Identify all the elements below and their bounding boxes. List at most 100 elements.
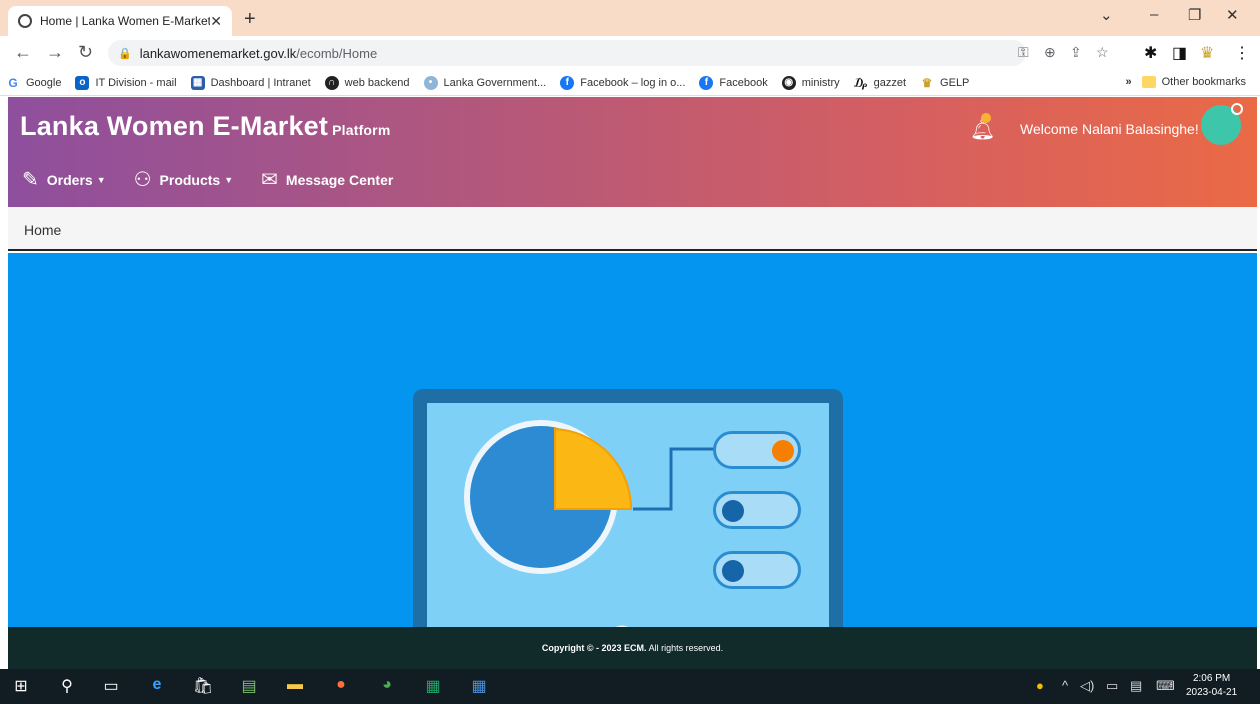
rights-text: All rights reserved. — [646, 643, 724, 653]
windows-start-icon[interactable]: ⊞ — [10, 676, 32, 696]
reload-button[interactable]: ↻ — [78, 42, 93, 63]
firefox-icon[interactable]: ● — [330, 676, 352, 696]
word-icon[interactable]: ▦ — [468, 676, 490, 696]
facebook-icon: f — [560, 75, 575, 90]
menu-icon[interactable]: ⋮ — [1234, 43, 1250, 63]
brand-logo[interactable]: Lanka Women E-Market Platform — [20, 111, 390, 142]
close-window-button[interactable]: ✕ — [1226, 6, 1239, 24]
globe-icon — [18, 14, 32, 28]
volume-icon[interactable]: ◁) — [1080, 678, 1094, 694]
bookmark-backend[interactable]: ∩ web backend — [324, 75, 410, 90]
forward-button[interactable]: → — [46, 42, 64, 63]
back-button[interactable]: ← — [14, 42, 32, 63]
breadcrumb: Home — [8, 207, 1257, 251]
url-path: /ecomb/Home — [296, 45, 378, 61]
toggle-off — [713, 551, 801, 589]
extensions-icon[interactable]: ✱ — [1144, 43, 1157, 63]
bookmark-gelp[interactable]: ♛ GELP — [920, 75, 970, 90]
laptop-screen — [427, 403, 829, 627]
browser-tab[interactable]: Home | Lanka Women E-Market ✕ — [8, 6, 232, 36]
bookmark-dashboard[interactable]: ▦ Dashboard | Intranet — [190, 75, 311, 90]
task-view-icon[interactable]: ▭ — [100, 676, 122, 696]
zoom-icon[interactable]: ⊕ — [1044, 44, 1056, 61]
hero-banner — [8, 253, 1257, 627]
gazzet-icon: ₯ — [854, 75, 868, 90]
chevron-down-icon[interactable]: ⌄ — [1100, 6, 1113, 24]
emblem-icon[interactable]: ♛ — [1200, 43, 1214, 63]
help-icon[interactable]: ● — [1036, 678, 1044, 693]
taskbar: ⊞ ⚲ ▭ e 🛍︎ ▤ ▬ ● ◕ ▦ ▦ ● ^ ◁) ▭ ▤ ⌨ 2:06… — [0, 669, 1260, 704]
toggle-off — [713, 491, 801, 529]
star-icon[interactable]: ☆ — [1096, 44, 1109, 61]
clock-date: 2023-04-21 — [1186, 687, 1238, 698]
online-indicator — [1231, 103, 1243, 115]
bookmark-facebook[interactable]: f Facebook — [699, 75, 768, 90]
new-tab-button[interactable]: + — [244, 8, 256, 31]
users-icon: ⚇ — [133, 169, 152, 191]
keyboard-icon[interactable]: ⌨ — [1156, 678, 1175, 694]
bookmark-google[interactable]: G Google — [6, 76, 61, 90]
search-icon[interactable]: ⚲ — [56, 676, 78, 696]
notepad-icon[interactable]: ▤ — [238, 676, 260, 696]
key-icon[interactable]: ⚿ — [1018, 44, 1029, 61]
browser-tabstrip: Home | Lanka Women E-Market ✕ + ⌄ – ❐ ✕ — [0, 0, 1260, 36]
app-header: Lanka Women E-Market Platform 🔔︎ Welcome … — [8, 97, 1257, 207]
edge-icon[interactable]: e — [146, 676, 168, 696]
clock-time: 2:06 PM — [1192, 673, 1231, 684]
minimize-button[interactable]: – — [1150, 6, 1158, 23]
notification-dot — [981, 113, 991, 123]
url-field[interactable]: 🔒 lankawomenemarket.gov.lk/ecomb/Home — [108, 40, 1026, 66]
other-bookmarks[interactable]: Other bookmarks — [1162, 76, 1246, 88]
laptop-illustration — [413, 389, 843, 627]
toggle-on — [713, 431, 801, 469]
lock-icon: 🔒 — [118, 47, 132, 60]
facebook-icon: f — [699, 75, 714, 90]
envelope-icon: ✉ — [261, 169, 278, 191]
pencil-icon: ✎ — [22, 169, 39, 191]
bookmark-ministry[interactable]: ◉ ministry — [781, 75, 840, 90]
brand-subtitle: Platform — [332, 122, 391, 138]
gov-icon: • — [423, 75, 438, 90]
file-explorer-icon[interactable]: ▬ — [284, 676, 306, 696]
outlook-icon: o — [75, 75, 90, 90]
share-icon[interactable]: ⇪ — [1070, 44, 1082, 61]
menu-orders[interactable]: ✎ Orders ▼ — [22, 167, 106, 192]
bookmark-lanka-gov[interactable]: • Lanka Government... — [423, 75, 546, 90]
close-tab-icon[interactable]: ✕ — [210, 13, 222, 30]
network-icon[interactable]: ▭ — [1106, 678, 1118, 694]
page-footer: Copyright © - 2023 ECM. All rights reser… — [8, 627, 1257, 669]
bell-icon[interactable]: 🔔︎ — [970, 113, 995, 142]
bookmarks-right: » Other bookmarks — [1126, 76, 1246, 88]
main-menu: ✎ Orders ▼ ⚇ Products ▼ ✉ Message Center — [22, 167, 421, 192]
bookmark-facebook-login[interactable]: f Facebook – log in o... — [560, 75, 685, 90]
grid-icon: ▦ — [190, 75, 205, 90]
backend-icon: ∩ — [324, 75, 339, 90]
menu-message-center[interactable]: ✉ Message Center — [261, 167, 393, 192]
bookmarks-bar: G Google o IT Division - mail ▦ Dashboard |… — [0, 70, 1260, 96]
bookmark-gazzet[interactable]: ₯ gazzet — [854, 76, 906, 90]
caret-down-icon: ▼ — [96, 174, 106, 185]
store-icon[interactable]: 🛍︎ — [192, 676, 214, 696]
sidepanel-icon[interactable]: ◨ — [1172, 43, 1187, 63]
notification-icon[interactable]: ▤ — [1130, 678, 1142, 694]
folder-icon — [1141, 76, 1156, 88]
copyright-text: Copyright © - 2023 ECM. — [541, 643, 647, 653]
welcome-text: Welcome Nalani Balasinghe! — [1020, 121, 1199, 137]
avatar[interactable] — [1201, 103, 1243, 145]
tab-title: Home | Lanka Women E-Market — [40, 14, 211, 28]
caret-down-icon: ▼ — [224, 174, 234, 185]
google-icon: G — [8, 75, 18, 90]
bookmark-mail[interactable]: o IT Division - mail — [75, 75, 177, 90]
breadcrumb-home[interactable]: Home — [24, 222, 61, 238]
restore-button[interactable]: ❐ — [1188, 6, 1201, 24]
bookmarks-overflow[interactable]: » — [1126, 76, 1132, 88]
taskbar-clock[interactable]: 2:06 PM 2023-04-21 — [1186, 672, 1237, 700]
chrome-icon[interactable]: ◕ — [376, 676, 398, 696]
url-host: lankawomenemarket.gov.lk — [139, 45, 297, 61]
excel-icon[interactable]: ▦ — [422, 676, 444, 696]
chevron-up-icon[interactable]: ^ — [1062, 678, 1068, 693]
emblem-icon: ♛ — [921, 75, 933, 90]
address-bar-row: ← → ↻ 🔒 lankawomenemarket.gov.lk/ecomb/H… — [0, 36, 1260, 70]
menu-products[interactable]: ⚇ Products ▼ — [134, 167, 234, 192]
globe-icon: ◉ — [781, 75, 796, 90]
